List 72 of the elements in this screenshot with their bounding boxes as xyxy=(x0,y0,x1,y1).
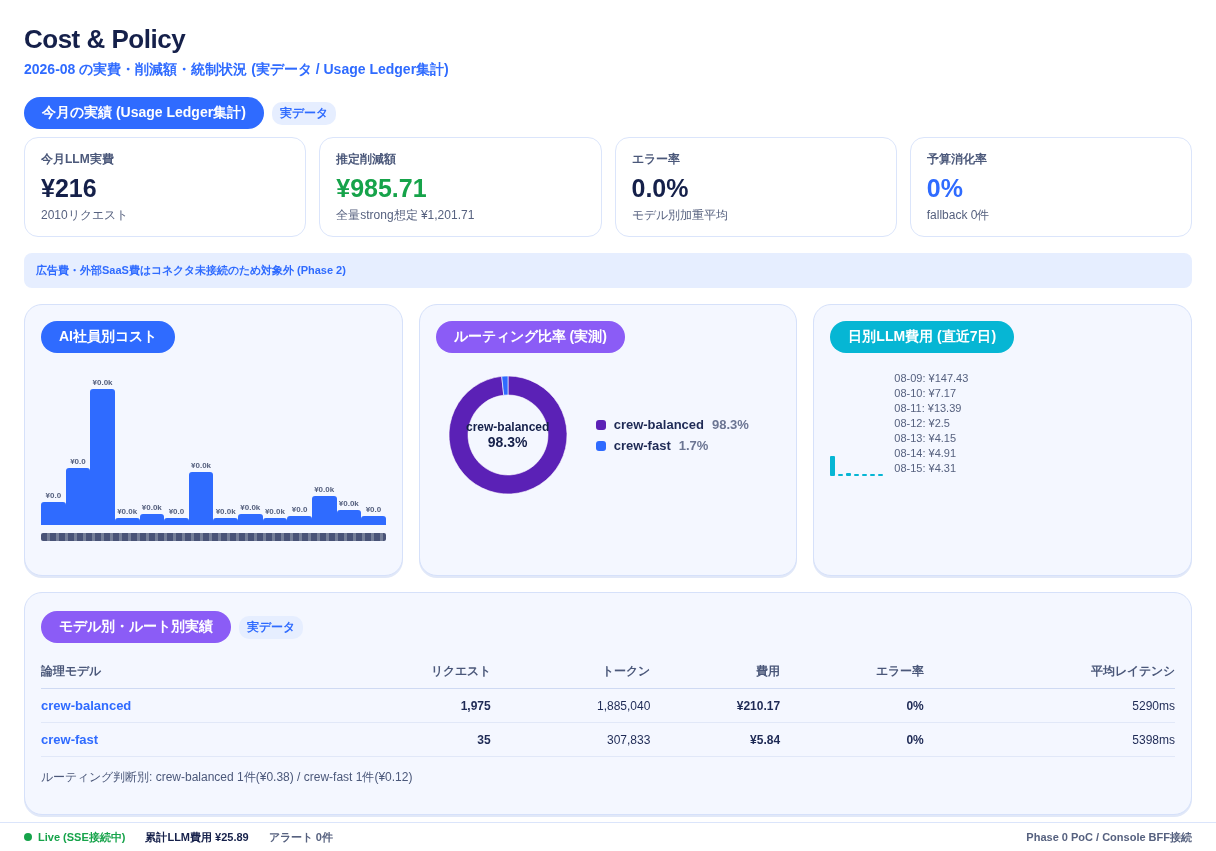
bar-value-label: ¥0.0 xyxy=(70,457,86,466)
model-link[interactable]: crew-balanced xyxy=(41,688,312,723)
table-cell: 5290ms xyxy=(923,688,1175,723)
bar-value-label: ¥0.0k xyxy=(314,485,335,494)
table-cell: 1,975 xyxy=(311,688,491,723)
kpi-value: ¥216 xyxy=(41,174,97,203)
column-header: リクエスト xyxy=(311,657,491,689)
alert-count: アラート 0件 xyxy=(268,829,333,845)
daily-cost-entry: 08-09: ¥147.43 xyxy=(894,371,969,386)
panel-title: AI社員別コスト xyxy=(41,321,175,353)
panel-title: 日別LLM費用 (直近7日) xyxy=(830,321,1015,353)
kpi-label: 予算消化率 xyxy=(926,151,987,168)
daily-cost-entry: 08-15: ¥4.31 xyxy=(894,461,958,476)
column-header: 平均レイテンシ xyxy=(923,657,1175,689)
page-title: Cost & Policy xyxy=(24,24,187,55)
table-cell: 0% xyxy=(780,688,924,723)
kpi-label: 推定削減額 xyxy=(336,151,397,168)
kpi-value: ¥985.71 xyxy=(336,174,427,203)
bar-value-label: ¥0.0k xyxy=(264,507,285,516)
kpi-label: 今月LLM実費 xyxy=(41,151,114,168)
table-cell: 0% xyxy=(780,722,924,757)
bar-value-label: ¥0.0k xyxy=(338,499,359,508)
daily-cost-entry: 08-10: ¥7.17 xyxy=(894,386,958,401)
daily-cost-entry: 08-11: ¥13.39 xyxy=(894,401,963,416)
bar-value-label: ¥0.0 xyxy=(45,491,62,500)
notice-banner: 広告費・外部SaaS費はコネクタ未接続のため対象外 (Phase 2) xyxy=(24,253,1192,288)
daily-bar-drawing xyxy=(830,454,885,476)
page-subtitle: 2026-08 の実費・削減額・統制状況 (実データ / Usage Ledger集計) xyxy=(24,61,450,79)
legend-value: 98.3% xyxy=(712,417,749,432)
bar-value-label: ¥0.0k xyxy=(117,507,138,516)
table-cell: 1,885,040 xyxy=(490,688,651,723)
table-cell: ¥5.84 xyxy=(650,722,781,757)
panel-title: ルーティング比率 (実測) xyxy=(435,321,625,353)
section-label: モデル別・ルート別実績 xyxy=(41,611,231,643)
kpi-note: 2010リクエスト xyxy=(41,207,128,224)
kpi-label: エラー率 xyxy=(631,151,680,168)
bar-value-label: ¥0.0 xyxy=(365,505,382,514)
bar-value-label: ¥0.0k xyxy=(240,503,261,512)
kpi-note: 全量strong想定 ¥1,201.71 xyxy=(336,207,475,224)
kpi-value: 0.0% xyxy=(631,174,689,203)
bar-value-label: ¥0.0k xyxy=(191,461,212,470)
table-cell: 307,833 xyxy=(490,722,651,757)
daily-cost-entry: 08-12: ¥2.5 xyxy=(894,416,951,431)
section-label: 今月の実績 (Usage Ledger集計) xyxy=(24,97,264,129)
connection-info: Phase 0 PoC / Console BFF接続 xyxy=(1026,829,1192,845)
legend-value: 1.7% xyxy=(678,438,709,453)
legend-name: crew-fast xyxy=(613,438,671,453)
daily-cost-entry: 08-14: ¥4.91 xyxy=(894,446,958,461)
routing-footnote: ルーティング判断別: crew-balanced 1件(¥0.38) / crew-fast 1件(¥0.12) xyxy=(41,769,414,786)
model-link[interactable]: crew-fast xyxy=(41,722,312,757)
kpi-value: 0% xyxy=(926,174,963,203)
kpi-note: fallback 0件 xyxy=(926,207,990,224)
donut-center-value: 98.3% xyxy=(487,434,528,450)
data-badge: 実データ xyxy=(239,615,303,639)
kpi-note: モデル別加重平均 xyxy=(631,207,728,224)
table-cell: 35 xyxy=(311,722,491,757)
total-cost: 累計LLM費用 ¥25.89 xyxy=(145,829,249,845)
column-header: トークン xyxy=(490,657,651,689)
column-header: エラー率 xyxy=(780,657,924,689)
bar-value-label: ¥0.0 xyxy=(168,507,185,516)
bar-value-label: ¥0.0k xyxy=(215,507,236,516)
bar-value-label: ¥0.0k xyxy=(92,378,113,387)
column-header: 論理モデル xyxy=(41,657,312,689)
table-cell: 5398ms xyxy=(923,722,1175,757)
daily-cost-entry: 08-13: ¥4.15 xyxy=(894,431,958,446)
column-header: 費用 xyxy=(650,657,781,689)
live-status: Live (SSE接続中) xyxy=(24,829,126,845)
bar-value-label: ¥0.0k xyxy=(141,503,162,512)
bar-value-label: ¥0.0 xyxy=(291,505,308,514)
data-badge: 実データ xyxy=(271,101,336,125)
table-cell: ¥210.17 xyxy=(650,688,781,723)
legend-name: crew-balanced xyxy=(613,417,704,432)
